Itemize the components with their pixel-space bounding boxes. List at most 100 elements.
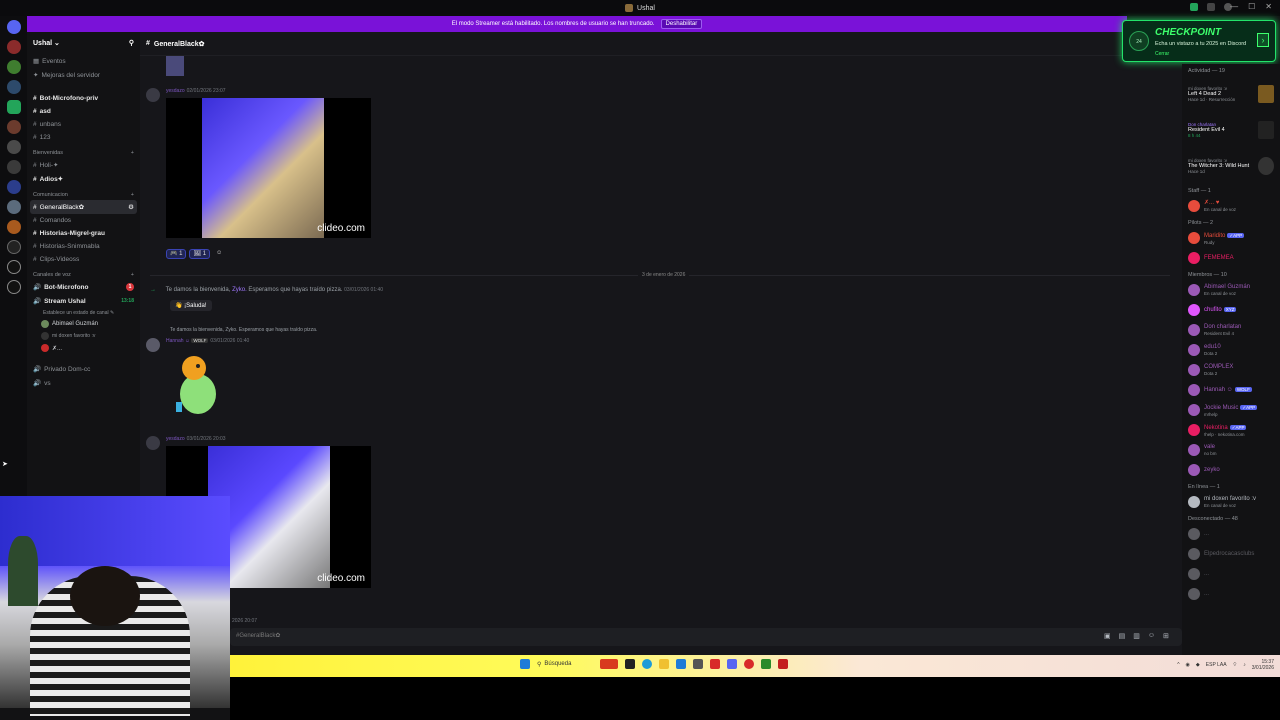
activity-card[interactable]: mi doxen favorito :v The Witcher 3: Wild … — [1182, 148, 1280, 184]
channel-item[interactable]: # unbans — [27, 118, 140, 131]
message-input[interactable]: #GeneralBlack✿ — [230, 628, 1182, 646]
guild-header[interactable]: Ushal ⌄ ⚲ — [27, 32, 140, 54]
member-item[interactable]: ... — [1182, 564, 1280, 584]
home-icon[interactable] — [6, 20, 21, 34]
server-icon[interactable] — [6, 80, 21, 94]
member-item[interactable]: ✗... ♥ En canal de voz — [1182, 196, 1280, 216]
channel-item-selected[interactable]: # GeneralBlack✿ ⚙ — [30, 200, 137, 214]
activity-card[interactable]: Don charlatan Resident Evil 48 h 44 — [1182, 112, 1280, 148]
member-item[interactable]: ... — [1182, 584, 1280, 604]
green-flag-icon[interactable] — [1190, 3, 1198, 11]
sticker-icon[interactable]: ▥ — [1133, 632, 1140, 640]
server-icon[interactable] — [6, 160, 21, 174]
clock[interactable]: 15:37 3/01/2026 — [1252, 659, 1274, 671]
server-icon[interactable] — [6, 140, 21, 154]
reaction[interactable]: 🎮 1 — [166, 249, 187, 259]
disable-streamer-button[interactable]: Deshabilitar — [660, 19, 703, 29]
gif-icon[interactable]: ▤ — [1119, 632, 1126, 640]
discord-icon[interactable] — [727, 659, 737, 669]
message-author[interactable]: yesdazo — [166, 436, 185, 442]
message-author[interactable]: Hannah ☺ — [166, 338, 190, 344]
voice-channel-item[interactable]: 🔊 Stream Ushal 13:18 — [27, 294, 140, 308]
add-channel-icon[interactable]: + — [131, 272, 134, 278]
server-icon[interactable] — [6, 180, 21, 194]
avatar[interactable] — [146, 338, 160, 352]
voice-user[interactable]: mi doxen favorito :v — [27, 330, 140, 342]
voice-channel-item[interactable]: 🔊 vs — [27, 376, 140, 390]
category-voice[interactable]: Canales de voz + — [27, 266, 140, 280]
reply-preview[interactable]: Te damos la bienvenida, Zyko. Esperamos … — [170, 327, 317, 333]
invite-icon[interactable]: ⚲ — [129, 39, 134, 47]
member-item[interactable]: vale no bm — [1182, 440, 1280, 460]
channel-item[interactable]: # Comandos — [27, 214, 140, 227]
events-item[interactable]: ▦ Eventos — [27, 54, 140, 68]
channel-item[interactable]: # Adios✦ — [27, 172, 140, 186]
message-author[interactable]: yesdazo — [166, 88, 185, 94]
avatar[interactable] — [146, 436, 160, 450]
member-item[interactable]: Don charlatan Resident Evil 4 — [1182, 320, 1280, 340]
boosts-item[interactable]: ✦ Mejoras del servidor — [27, 68, 140, 82]
server-icon[interactable] — [6, 220, 21, 234]
member-item[interactable]: mi doxen favorito :v En canal de voz — [1182, 492, 1280, 512]
checkpoint-open-icon[interactable]: › — [1257, 33, 1269, 47]
volume-icon[interactable]: ♪ — [1243, 662, 1246, 668]
server-icon[interactable] — [6, 120, 21, 134]
add-channel-icon[interactable]: + — [131, 150, 134, 156]
language-indicator[interactable]: ESP LAA — [1206, 662, 1227, 668]
edge-icon[interactable] — [642, 659, 652, 669]
server-icon[interactable] — [6, 200, 21, 214]
member-item[interactable]: chufito XYZ — [1182, 300, 1280, 320]
app-icon[interactable] — [761, 659, 771, 669]
member-item[interactable]: Abimael Guzmán En canal de voz — [1182, 280, 1280, 300]
taskbar-search[interactable]: ⚲ Búsqueda — [537, 661, 593, 668]
apps-icon[interactable]: ⊞ — [1163, 632, 1169, 640]
activity-card[interactable]: mi doxen favorito :v Left 4 Dead 2 Hace 1d… — [1182, 76, 1280, 112]
member-item[interactable]: Elpedrocacasclubs — [1182, 544, 1280, 564]
voice-user[interactable]: ✗... — [27, 342, 140, 354]
member-item[interactable]: Hannah ☺ WOLF — [1182, 380, 1280, 400]
emoji-icon[interactable]: ☺ — [1148, 632, 1155, 640]
tray-app-icon[interactable]: ◉ — [1186, 662, 1190, 668]
sticker-image[interactable] — [172, 352, 226, 420]
add-channel-icon[interactable]: + — [131, 192, 134, 198]
member-item[interactable]: COMPLEX Dota 2 — [1182, 360, 1280, 380]
app-icon[interactable] — [676, 659, 686, 669]
category-comms[interactable]: Comunicacion + — [27, 186, 140, 200]
server-icon[interactable] — [6, 260, 21, 274]
server-icon[interactable] — [6, 100, 21, 114]
settings-icon[interactable]: ⚙ — [128, 203, 134, 211]
close-button[interactable]: ✕ — [1265, 2, 1272, 11]
avatar[interactable] — [146, 88, 160, 102]
channel-item[interactable]: # 123 — [27, 131, 140, 144]
reaction[interactable]: 🖼 1 — [189, 249, 211, 259]
member-item[interactable]: Nekotina ✓APP !help · nekotina.com — [1182, 420, 1280, 440]
start-icon[interactable] — [520, 659, 530, 669]
tray-chevron-icon[interactable]: ^ — [1177, 662, 1179, 668]
explorer-icon[interactable] — [659, 659, 669, 669]
video-attachment[interactable]: clideo.com — [166, 98, 371, 238]
voice-user[interactable]: Abimael Guzmán — [27, 318, 140, 330]
brave-icon[interactable] — [710, 659, 720, 669]
member-item[interactable]: zeyko — [1182, 460, 1280, 480]
wave-sticker-button[interactable]: 👋 ¡Saluda! — [170, 300, 212, 311]
category-welcome[interactable]: Bienvenidas + — [27, 144, 140, 158]
tray-app-icon[interactable]: ◆ — [1196, 662, 1200, 668]
image-attachment[interactable] — [166, 56, 184, 76]
maximize-button[interactable]: ☐ — [1248, 2, 1255, 11]
system-user[interactable]: Zyko. — [232, 287, 247, 293]
add-reaction-icon[interactable]: ☺ — [213, 249, 225, 259]
chrome-icon[interactable] — [744, 659, 754, 669]
channel-item[interactable]: # Historias-Snimmabla — [27, 240, 140, 253]
member-item[interactable]: FEMEMEA — [1182, 248, 1280, 268]
voice-status[interactable]: Establece un estado de canal ✎ — [27, 308, 140, 318]
channel-item[interactable]: # asd — [27, 105, 140, 118]
inbox-icon[interactable] — [1207, 3, 1215, 11]
channel-item[interactable]: # Holi-✦ — [27, 158, 140, 172]
member-item[interactable]: Maridito ✓APP Rudy — [1182, 228, 1280, 248]
minimize-button[interactable]: — — [1230, 2, 1238, 11]
app-icon[interactable] — [693, 659, 703, 669]
channel-item[interactable]: # Bot-Microfono-priv — [27, 92, 140, 105]
member-item[interactable]: edu10 Dota 2 — [1182, 340, 1280, 360]
checkpoint-close-link[interactable]: Cerrar — [1155, 51, 1169, 57]
server-icon[interactable] — [6, 240, 21, 254]
